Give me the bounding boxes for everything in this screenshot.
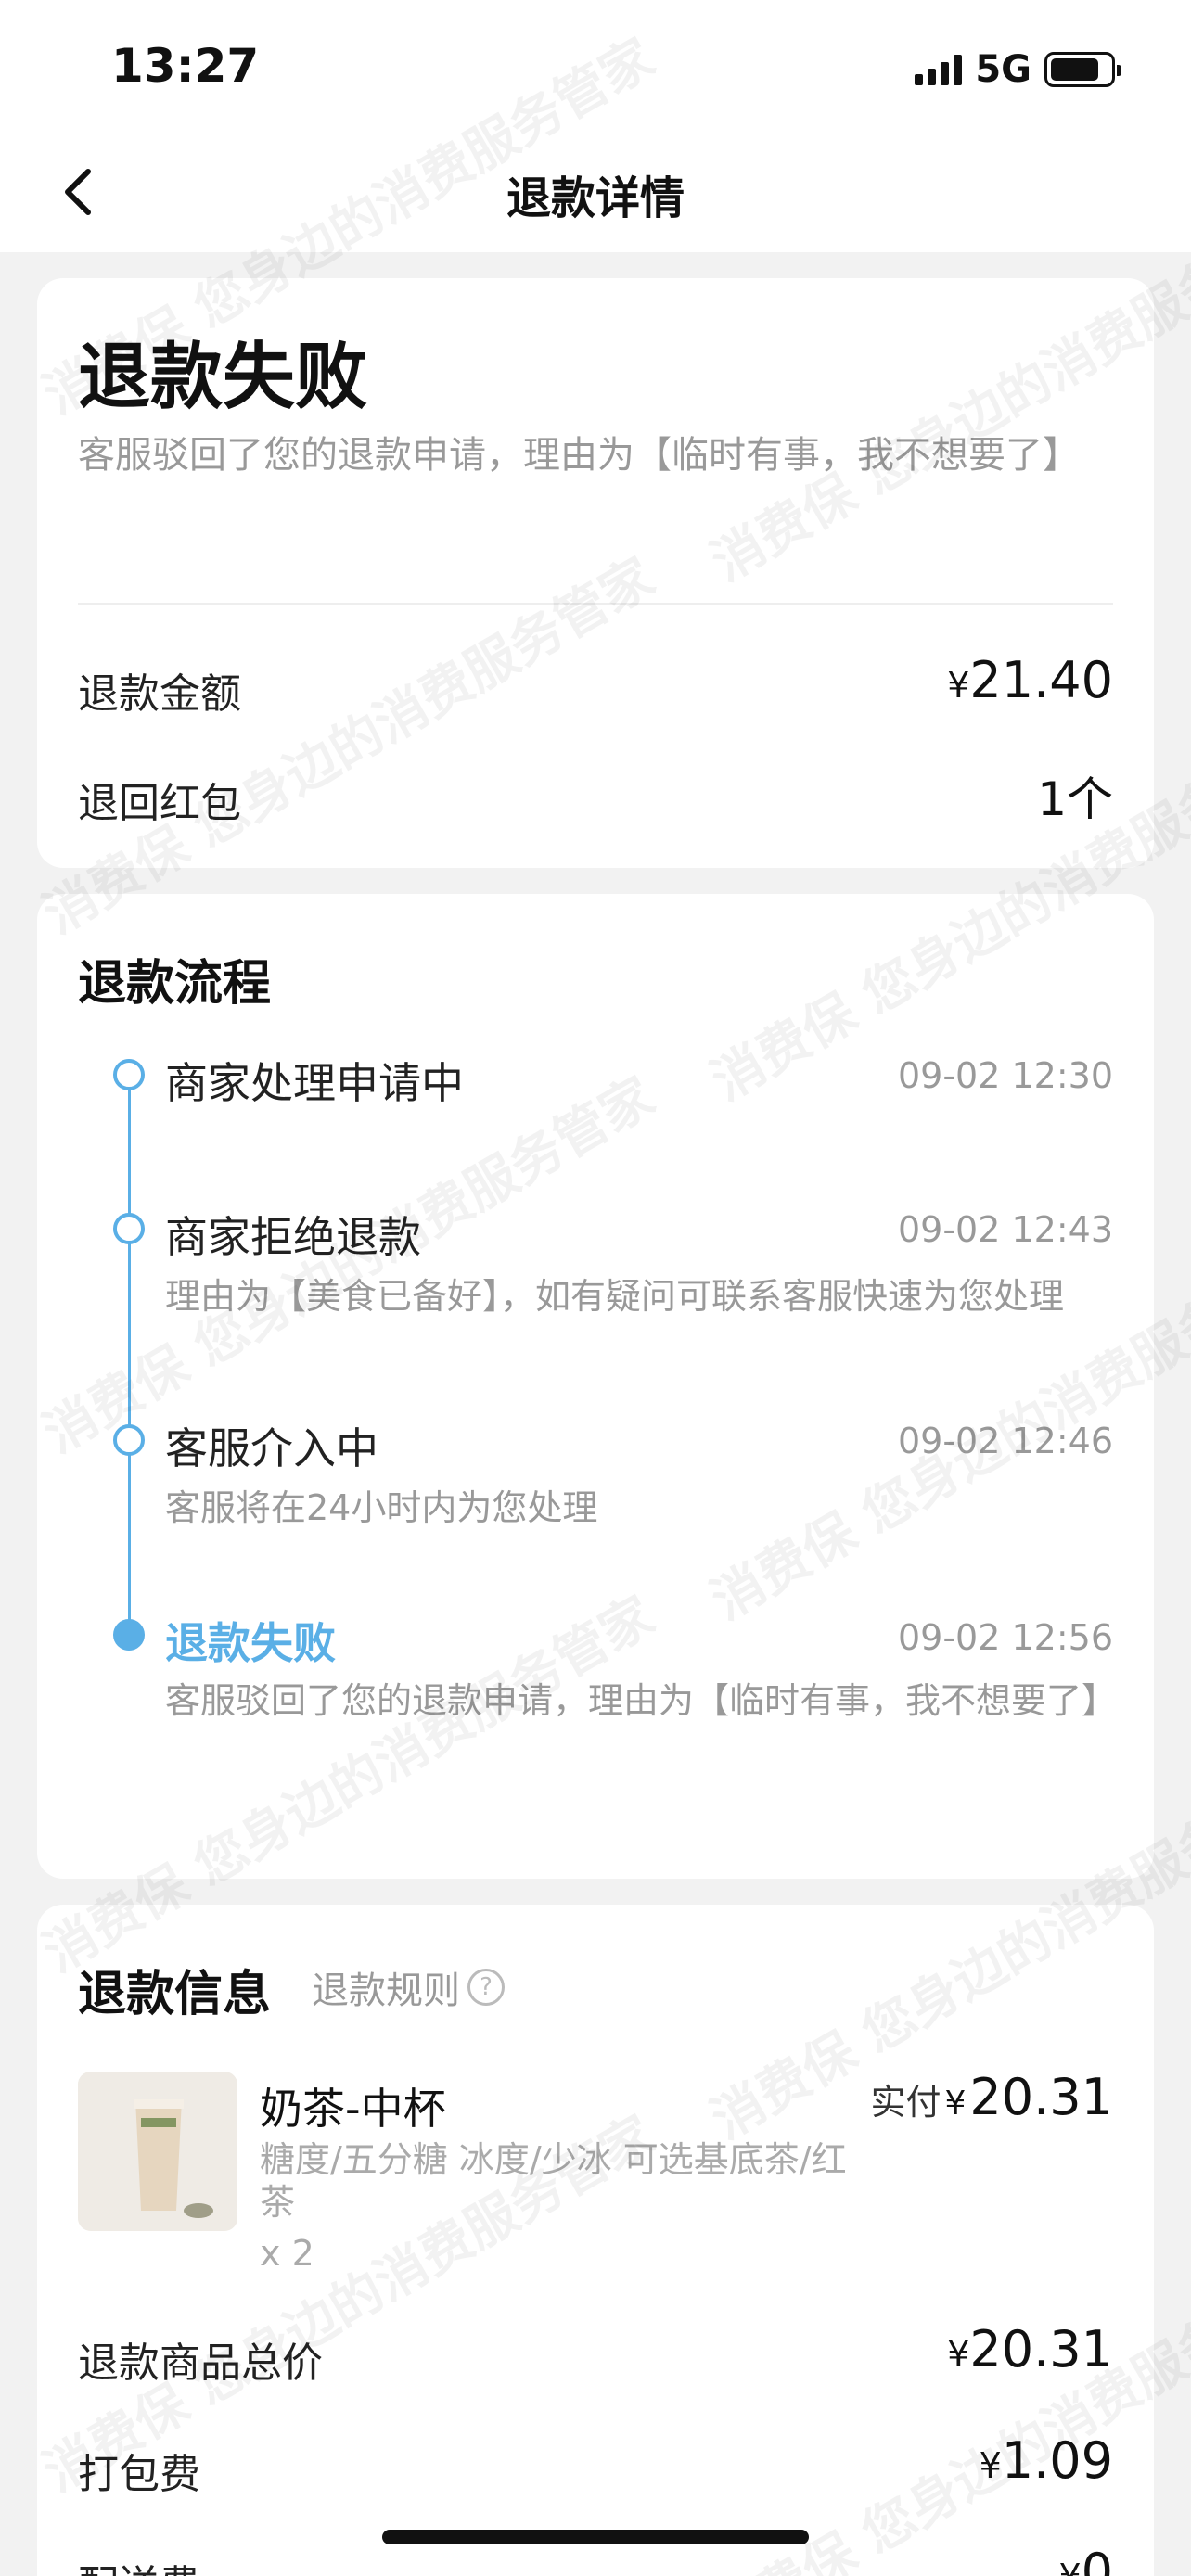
- timeline-step-title-active: 退款失败: [165, 1618, 336, 1668]
- refund-summary-card: 退款失败 客服驳回了您的退款申请，理由为【临时有事，我不想要了】 退款金额 ¥2…: [37, 278, 1154, 868]
- timeline-dot: [113, 1424, 145, 1456]
- timeline-step-desc: 客服将在24小时内为您处理: [165, 1487, 598, 1528]
- refund-info-title: 退款信息: [78, 1967, 272, 2022]
- timeline-step-time: 09-02 12:46: [897, 1421, 1113, 1461]
- refund-rules-link[interactable]: 退款规则 ?: [312, 1960, 505, 2014]
- status-icons: 5G: [915, 48, 1121, 91]
- product-image[interactable]: [78, 2072, 237, 2231]
- refund-total-label: 退款商品总价: [78, 2340, 323, 2387]
- packing-fee-value: ¥1.09: [979, 2431, 1113, 2490]
- timeline-step-title: 客服介入中: [165, 1423, 378, 1473]
- question-icon: ?: [467, 1969, 505, 2006]
- refund-status-reason: 客服驳回了您的退款申请，理由为【临时有事，我不想要了】: [78, 434, 1080, 477]
- timeline-connector: [128, 1454, 131, 1625]
- refund-process-card: 退款流程 商家处理申请中 09-02 12:30 商家拒绝退款 09-02 12…: [37, 894, 1154, 1879]
- delivery-fee-value: ¥0: [1058, 2543, 1113, 2576]
- timeline-step-time: 09-02 12:56: [897, 1617, 1113, 1658]
- timeline-step-desc: 理由为【美食已备好】，如有疑问可联系客服快速为您处理: [165, 1276, 1065, 1317]
- divider: [78, 603, 1113, 605]
- product-paid-price: 实付 ¥ 20.31: [870, 2068, 1113, 2126]
- refund-rules-label: 退款规则: [312, 1970, 460, 2012]
- paid-label: 实付: [870, 2082, 941, 2123]
- timeline-step-title: 商家拒绝退款: [165, 1212, 421, 1262]
- timeline-dot: [113, 1059, 145, 1090]
- refund-detail-page: 13:27 5G 退款详情 退款失败 客服驳回了您的退款申请，理由为【临时有事，…: [0, 0, 1191, 2576]
- signal-icon: [915, 54, 963, 85]
- timeline-dot: [113, 1213, 145, 1244]
- timeline-step-time: 09-02 12:30: [897, 1055, 1113, 1096]
- refund-total-value: ¥20.31: [947, 2320, 1113, 2378]
- red-packet-label: 退回红包: [78, 780, 241, 827]
- product-quantity: x 2: [260, 2233, 314, 2274]
- status-time: 13:27: [111, 39, 260, 93]
- paid-amount: 20.31: [969, 2068, 1113, 2126]
- timeline-dot-active: [113, 1619, 145, 1651]
- product-name: 奶茶-中杯: [260, 2084, 446, 2134]
- timeline-connector: [128, 1243, 131, 1430]
- packing-fee-label: 打包费: [78, 2451, 200, 2498]
- refund-info-card: 退款信息 退款规则 ? 奶茶-中杯 糖度/五分糖 冰度/少冰 可选基底茶/红茶 …: [37, 1905, 1154, 2576]
- milk-tea-cup-icon: [78, 2072, 237, 2231]
- timeline-step-time: 09-02 12:43: [897, 1209, 1113, 1250]
- product-spec: 糖度/五分糖 冰度/少冰 可选基底茶/红茶: [260, 2139, 847, 2223]
- process-section-title: 退款流程: [78, 956, 272, 1012]
- timeline-connector: [128, 1089, 131, 1218]
- page-title: 退款详情: [506, 172, 685, 224]
- battery-icon: [1044, 52, 1121, 87]
- nav-bar: 退款详情: [0, 139, 1191, 252]
- timeline-step-title: 商家处理申请中: [165, 1058, 464, 1108]
- refund-amount-value: ¥21.40: [947, 651, 1113, 709]
- red-packet-value: 1个: [1037, 772, 1113, 826]
- refund-status-title: 退款失败: [78, 336, 368, 419]
- status-bar: 13:27 5G: [0, 0, 1191, 139]
- home-indicator[interactable]: [382, 2530, 809, 2544]
- network-label: 5G: [975, 48, 1031, 91]
- delivery-fee-label: 配送费: [78, 2552, 200, 2576]
- timeline-step-desc: 客服驳回了您的退款申请，理由为【临时有事，我不想要了】: [165, 1680, 1118, 1721]
- refund-amount-label: 退款金额: [78, 670, 241, 718]
